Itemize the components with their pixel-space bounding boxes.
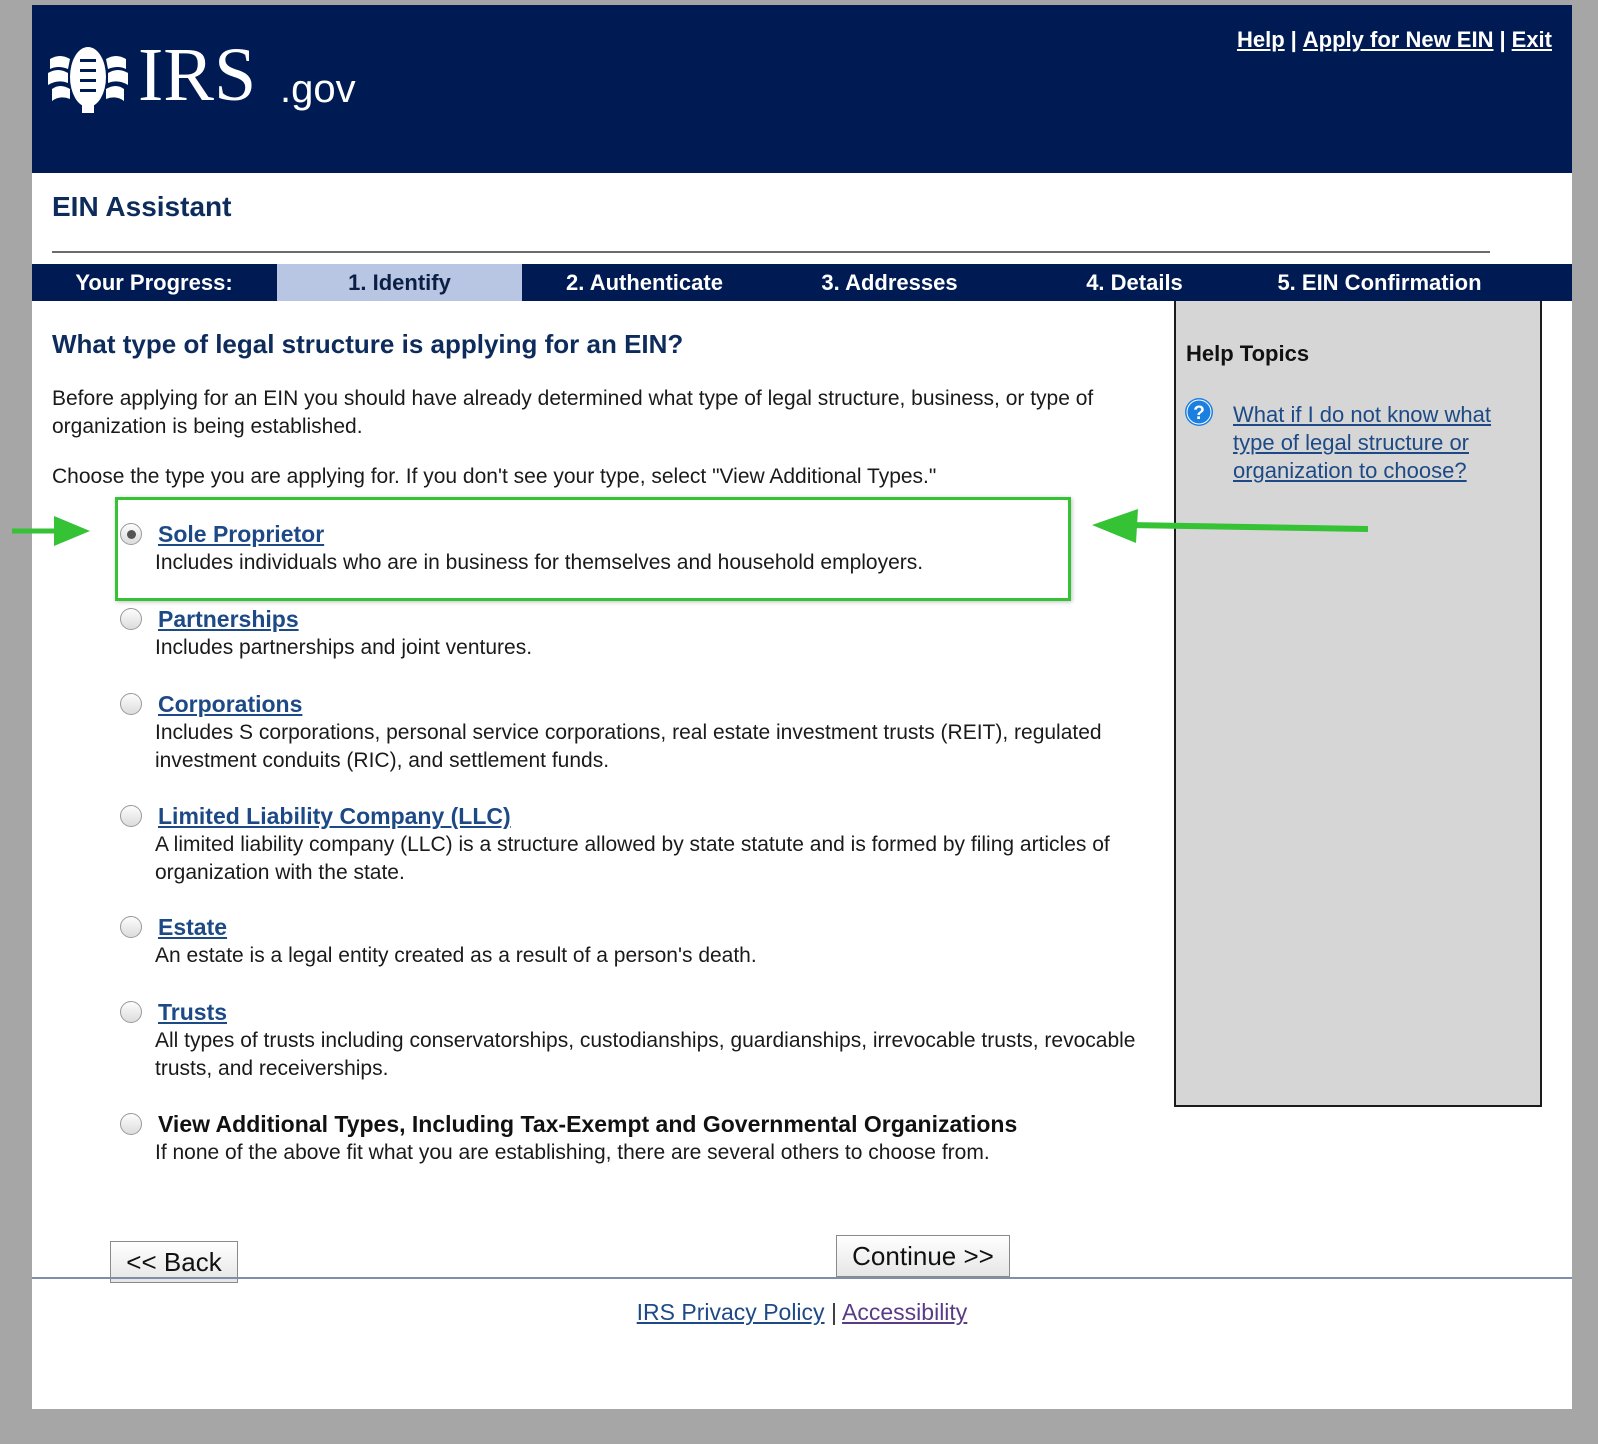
- title-divider: [52, 251, 1490, 253]
- radio-partnerships[interactable]: [120, 608, 142, 630]
- option-description: Includes partnerships and joint ventures…: [155, 636, 533, 659]
- option-title-link[interactable]: Corporations: [158, 691, 302, 718]
- option-title-link[interactable]: Sole Proprietor: [158, 521, 324, 548]
- radio-sole-proprietor[interactable]: [120, 523, 142, 545]
- option-title: View Additional Types, Including Tax-Exe…: [158, 1111, 1018, 1137]
- header-links: Help | Apply for New EIN | Exit: [1237, 27, 1552, 53]
- option-description: An estate is a legal entity created as a…: [155, 944, 757, 967]
- help-sidebar: Help Topics ? What if I do not know what…: [1174, 301, 1542, 1107]
- page: IRS .gov Help | Apply for New EIN | Exit EIN…: [32, 5, 1572, 1409]
- step-details: 4. Details: [1086, 270, 1183, 295]
- link-separator: |: [1290, 27, 1297, 52]
- radio-selected-dot: [127, 530, 136, 539]
- logo-irs-text: IRS: [138, 33, 257, 117]
- continue-button[interactable]: Continue >>: [836, 1235, 1010, 1277]
- right-green-arrow-icon: [1092, 509, 1369, 543]
- progress-label: Your Progress:: [75, 270, 233, 295]
- left-green-arrow-icon: [12, 516, 90, 546]
- svg-text:?: ?: [1193, 403, 1205, 424]
- option-description: Includes S corporations, personal servic…: [155, 721, 1102, 772]
- step-authenticate: 2. Authenticate: [566, 270, 723, 295]
- help-topic-link[interactable]: What if I do not know what type of legal…: [1233, 401, 1529, 485]
- radio-trusts[interactable]: [120, 1001, 142, 1023]
- accessibility-link[interactable]: Accessibility: [842, 1299, 967, 1325]
- option-description: All types of trusts including conservato…: [155, 1029, 1136, 1080]
- radio-estate[interactable]: [120, 916, 142, 938]
- option-description: Includes individuals who are in business…: [155, 551, 924, 574]
- option-title-link[interactable]: Limited Liability Company (LLC): [158, 803, 511, 830]
- eagle-emblem-icon: [48, 47, 128, 113]
- radio-additional-types[interactable]: [120, 1113, 142, 1135]
- assistant-title: EIN Assistant: [52, 191, 232, 222]
- help-topics-title: Help Topics: [1186, 341, 1310, 366]
- step-addresses: 3. Addresses: [821, 270, 958, 295]
- option-description: If none of the above fit what you are es…: [155, 1141, 990, 1164]
- radio-corporations[interactable]: [120, 693, 142, 715]
- irs-logo[interactable]: IRS .gov: [46, 35, 376, 125]
- footer-links: IRS Privacy Policy | Accessibility: [32, 1299, 1572, 1326]
- step-ein-confirmation: 5. EIN Confirmation: [1277, 270, 1482, 295]
- page-question: What type of legal structure is applying…: [52, 329, 684, 359]
- option-title-link[interactable]: Partnerships: [158, 606, 299, 633]
- choose-instructions: Choose the type you are applying for. If…: [52, 465, 937, 488]
- progress-bar: Your Progress: 1. Identify 2. Authentica…: [32, 264, 1572, 301]
- option-title-link[interactable]: Estate: [158, 914, 227, 941]
- exit-link[interactable]: Exit: [1512, 27, 1552, 52]
- question-mark-icon: ?: [1185, 398, 1213, 426]
- step-identify: 1. Identify: [277, 264, 522, 301]
- radio-llc[interactable]: [120, 805, 142, 827]
- footer-divider: [32, 1277, 1572, 1279]
- intro-text: Before applying for an EIN you should ha…: [52, 387, 1094, 438]
- footer-separator: |: [830, 1299, 837, 1325]
- option-description: A limited liability company (LLC) is a s…: [155, 833, 1110, 884]
- logo-gov-text: .gov: [280, 67, 356, 111]
- link-separator: |: [1499, 27, 1506, 52]
- apply-new-ein-link[interactable]: Apply for New EIN: [1303, 27, 1494, 52]
- option-title-link[interactable]: Trusts: [158, 999, 227, 1026]
- site-header: IRS .gov Help | Apply for New EIN | Exit: [32, 5, 1572, 173]
- help-link[interactable]: Help: [1237, 27, 1285, 52]
- privacy-policy-link[interactable]: IRS Privacy Policy: [637, 1299, 825, 1325]
